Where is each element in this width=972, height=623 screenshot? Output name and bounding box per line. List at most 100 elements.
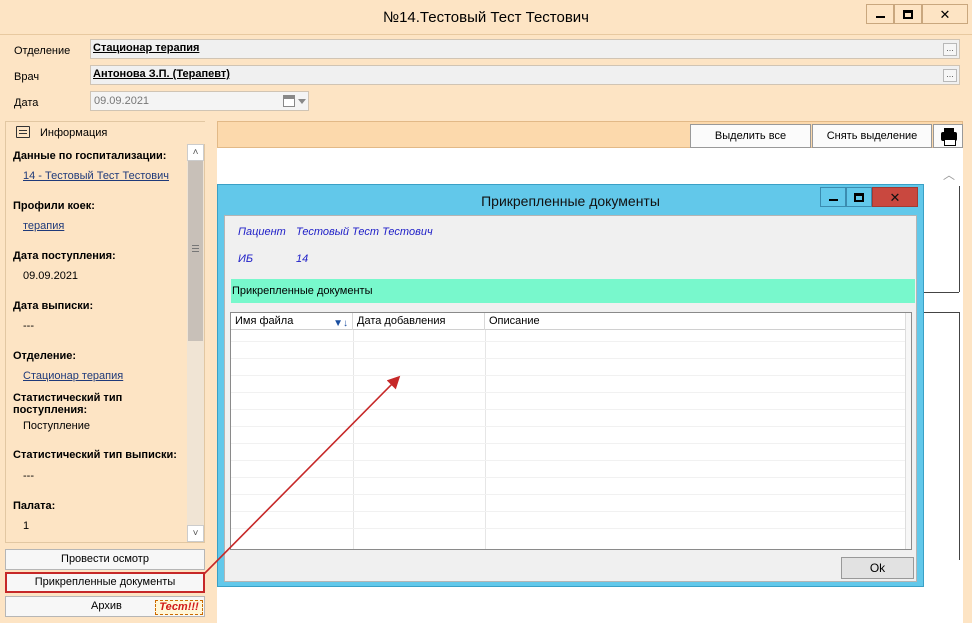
info-panel-body: Данные по госпитализации: 14 - Тестовый … — [6, 144, 187, 542]
grid-row-line — [231, 443, 907, 444]
select-all-button[interactable]: Выделить все — [690, 124, 811, 148]
info-heading: Палата: — [13, 500, 56, 512]
background-frame — [923, 312, 959, 313]
doctor-row: Врач Антонова З.П. (Терапевт) ... — [0, 65, 972, 87]
column-header-filename[interactable]: Имя файла ▼↓ — [231, 313, 353, 330]
ib-value: 14 — [296, 253, 309, 265]
info-panel-title: Информация — [40, 127, 108, 139]
grid-row-line — [231, 511, 907, 512]
info-heading: Профили коек: — [13, 200, 95, 212]
window-title: №14.Тестовый Тест Тестович — [382, 9, 589, 26]
scroll-up-button[interactable]: ˄ — [187, 144, 204, 161]
attached-documents-dialog: Прикрепленные документы ✕ Пациент Тестов… — [217, 184, 924, 587]
grid-row-line — [231, 341, 907, 342]
background-frame — [959, 186, 960, 292]
dialog-minimize-button[interactable] — [820, 187, 846, 207]
info-panel: Информация Данные по госпитализации: 14 … — [5, 121, 206, 543]
date-row: Дата 09.09.2021 — [0, 91, 972, 113]
column-label: Имя файла — [235, 315, 294, 327]
ib-label: ИБ — [238, 253, 254, 265]
date-value[interactable]: 09.09.2021 — [94, 95, 149, 107]
grip-icon — [192, 245, 199, 246]
department-value[interactable]: Стационар терапия — [93, 42, 199, 54]
exam-button[interactable]: Провести осмотр — [5, 549, 205, 570]
dialog-close-button[interactable]: ✕ — [872, 187, 918, 207]
grid-row-line — [231, 494, 907, 495]
main-toolbar: Выделить все Снять выделение — [217, 121, 963, 148]
maximize-icon — [854, 192, 864, 202]
column-header-description[interactable]: Описание — [485, 313, 906, 330]
grid-row-line — [231, 375, 907, 376]
patient-value: Тестовый Тест Тестович — [296, 226, 433, 238]
grid-row-line — [231, 528, 907, 529]
info-link-department[interactable]: Стационар терапия — [23, 370, 123, 382]
info-value: 09.09.2021 — [23, 270, 79, 282]
grid-scrollbar[interactable] — [905, 313, 911, 549]
info-heading: Статистический тип поступления: — [13, 392, 123, 416]
info-link-bed-profile[interactable]: терапия — [23, 220, 64, 232]
doctor-lookup-button[interactable]: ... — [943, 69, 957, 82]
info-value: 1 — [23, 520, 30, 532]
archive-label: Архив — [91, 600, 122, 612]
department-field[interactable]: Стационар терапия ... — [90, 39, 960, 59]
section-header: Прикрепленные документы — [231, 279, 915, 303]
grid-column-line — [353, 330, 354, 549]
printer-icon — [941, 128, 957, 146]
info-value: --- — [23, 470, 34, 482]
minimize-icon — [875, 16, 885, 18]
dialog-body: Пациент Тестовый Тест Тестович ИБ 14 При… — [224, 215, 917, 582]
grid-row-line — [231, 392, 907, 393]
deselect-button[interactable]: Снять выделение — [812, 124, 932, 148]
department-label: Отделение — [14, 45, 71, 57]
minimize-button[interactable] — [866, 4, 894, 24]
grid-row-line — [231, 460, 907, 461]
test-badge: Тест!!! — [155, 600, 203, 615]
grid-row-line — [231, 477, 907, 478]
scroll-down-button[interactable]: ˅ — [187, 525, 204, 542]
calendar-icon[interactable] — [283, 95, 295, 107]
info-panel-header: Информация — [6, 122, 206, 144]
close-icon: ✕ — [889, 189, 901, 205]
grid-header: Имя файла ▼↓ Дата добавления Описание — [231, 313, 911, 330]
documents-grid[interactable]: Имя файла ▼↓ Дата добавления Описание — [230, 312, 912, 550]
close-button[interactable]: ✕ — [922, 4, 968, 24]
scroll-thumb[interactable] — [188, 161, 203, 341]
maximize-icon — [903, 9, 913, 19]
minimize-icon — [828, 199, 838, 201]
date-label: Дата — [14, 97, 39, 109]
dialog-maximize-button[interactable] — [846, 187, 872, 207]
window-titlebar: №14.Тестовый Тест Тестович ✕ — [0, 0, 972, 35]
info-heading: Дата выписки: — [13, 300, 94, 312]
document-edit-icon — [16, 126, 30, 138]
info-heading: Дата поступления: — [13, 250, 116, 262]
archive-button[interactable]: Архив Тест!!! — [5, 596, 205, 617]
print-button[interactable] — [933, 124, 963, 148]
grid-row-line — [231, 409, 907, 410]
chevron-up-icon[interactable]: ︿ — [943, 166, 955, 183]
column-header-date[interactable]: Дата добавления — [353, 313, 485, 330]
doctor-label: Врач — [14, 71, 40, 83]
maximize-button[interactable] — [894, 4, 922, 24]
grid-row-line — [231, 358, 907, 359]
close-icon: ✕ — [939, 6, 951, 22]
patient-label: Пациент — [238, 226, 286, 238]
department-lookup-button[interactable]: ... — [943, 43, 957, 56]
background-frame — [959, 312, 960, 560]
grid-column-line — [485, 330, 486, 549]
background-frame — [923, 292, 959, 293]
ok-button[interactable]: Ok — [841, 557, 914, 579]
info-scrollbar[interactable]: ˄ ˅ — [187, 144, 204, 542]
info-heading: Отделение: — [13, 350, 77, 362]
info-heading: Данные по госпитализации: — [13, 150, 167, 162]
doctor-field[interactable]: Антонова З.П. (Терапевт) ... — [90, 65, 960, 85]
department-row: Отделение Стационар терапия ... — [0, 39, 972, 61]
dialog-title: Прикрепленные документы — [481, 193, 660, 209]
info-value: Поступление — [23, 420, 91, 432]
doctor-value[interactable]: Антонова З.П. (Терапевт) — [93, 68, 230, 80]
info-link-hospitalization[interactable]: 14 - Тестовый Тест Тестович — [23, 170, 169, 182]
chevron-down-icon[interactable] — [298, 99, 306, 104]
info-heading: Статистический тип выписки: — [13, 449, 177, 461]
attached-documents-button[interactable]: Прикрепленные документы — [5, 572, 205, 593]
date-field[interactable]: 09.09.2021 — [90, 91, 309, 111]
sort-filter-icon[interactable]: ▼↓ — [333, 315, 348, 332]
